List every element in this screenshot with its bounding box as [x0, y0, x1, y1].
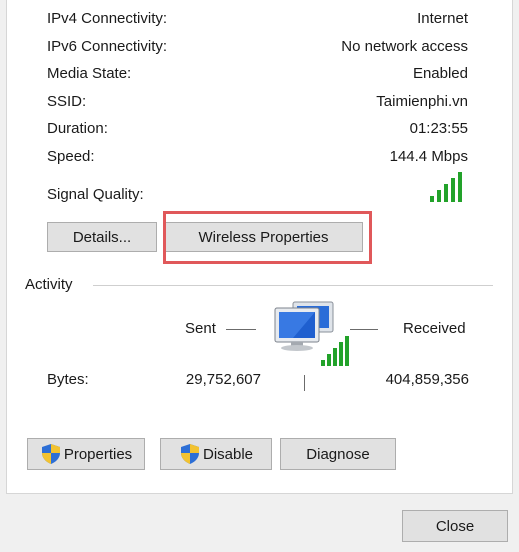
signal-bars-icon [430, 172, 462, 202]
signal-bar-5 [458, 172, 462, 202]
wireless-properties-button[interactable]: Wireless Properties [164, 222, 363, 252]
duration-value: 01:23:55 [409, 120, 468, 137]
signal-bar-4 [451, 178, 455, 202]
disable-button[interactable]: Disable [160, 438, 272, 470]
ssid-value: Taimienphi.vn [376, 93, 468, 110]
bytes-sent-value: 29,752,607 [185, 371, 261, 388]
activity-title: Activity [25, 276, 73, 293]
ipv4-row: IPv4 Connectivity: Internet [7, 10, 512, 32]
media-state-value: Enabled [412, 65, 468, 82]
sent-connector-line [226, 329, 256, 330]
received-connector-line [350, 329, 378, 330]
speed-label: Speed: [47, 148, 95, 165]
ssid-label: SSID: [47, 93, 87, 110]
uac-shield-icon [180, 444, 199, 464]
received-label: Received [403, 320, 466, 337]
bytes-received-value: 404,859,356 [385, 371, 469, 388]
signal-quality-label: Signal Quality: [47, 186, 144, 203]
sent-label: Sent [185, 320, 216, 337]
activity-separator [304, 375, 305, 391]
ipv6-row: IPv6 Connectivity: No network access [7, 38, 512, 60]
activity-divider [93, 285, 493, 286]
ipv6-value: No network access [341, 38, 468, 55]
diagnose-button[interactable]: Diagnose [280, 438, 396, 470]
signal-bar-2 [437, 190, 441, 202]
bytes-label: Bytes: [47, 371, 89, 388]
signal-bar-3 [444, 184, 448, 202]
media-state-label: Media State: [47, 65, 132, 82]
wifi-status-panel: IPv4 Connectivity: Internet IPv6 Connect… [6, 0, 513, 494]
duration-row: Duration: 01:23:55 [7, 120, 512, 142]
duration-label: Duration: [47, 120, 108, 137]
speed-value: 144.4 Mbps [389, 148, 468, 165]
details-button[interactable]: Details... [47, 222, 157, 252]
close-button[interactable]: Close [402, 510, 508, 542]
ssid-row: SSID: Taimienphi.vn [7, 93, 512, 115]
ipv4-label: IPv4 Connectivity: [47, 10, 168, 27]
uac-shield-icon [41, 444, 60, 464]
signal-bar-1 [430, 196, 434, 202]
media-state-row: Media State: Enabled [7, 65, 512, 87]
disable-button-label: Disable [202, 445, 254, 463]
properties-button-label: Properties [63, 445, 133, 463]
network-computer-icon [274, 301, 349, 366]
ipv4-value: Internet [417, 10, 468, 27]
ipv6-label: IPv6 Connectivity: [47, 38, 168, 55]
properties-button[interactable]: Properties [27, 438, 145, 470]
speed-row: Speed: 144.4 Mbps [7, 148, 512, 170]
